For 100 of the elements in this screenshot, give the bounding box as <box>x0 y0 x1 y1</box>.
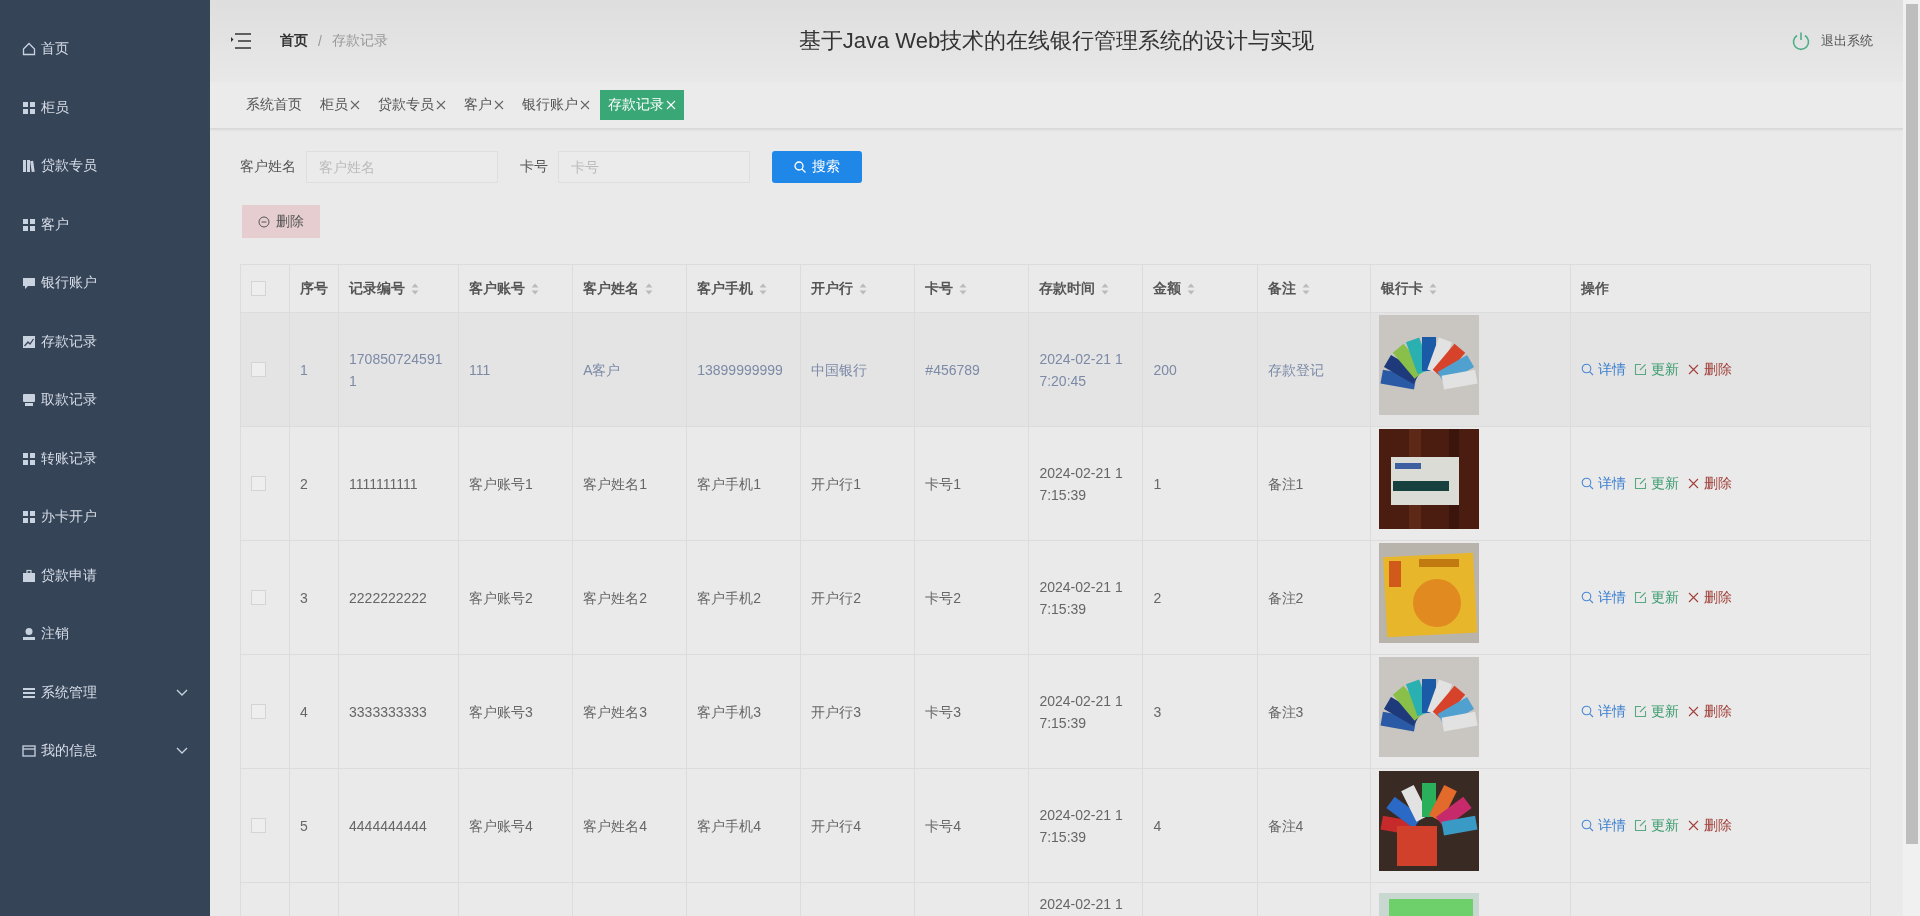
sidebar-item[interactable]: 办卡开户 <box>0 488 210 547</box>
delete-link[interactable]: 删除 <box>1686 816 1732 835</box>
table-cell-text: 13899999999 <box>697 360 783 380</box>
table-cell-text: 备注2 <box>1267 588 1304 608</box>
sidebar-item[interactable]: 存款记录 <box>0 312 210 371</box>
view-link[interactable]: 详情 <box>1580 474 1626 493</box>
table-cell-text: 备注1 <box>1267 474 1304 494</box>
column-header: 客户手机 <box>697 279 754 298</box>
table-cell-text: 2 <box>1153 588 1162 608</box>
chevron-icon <box>176 688 188 697</box>
sort-icon[interactable] <box>959 282 968 295</box>
view-link[interactable]: 详情 <box>1580 702 1626 721</box>
table-cell-text: 客户账号3 <box>469 702 533 722</box>
sort-icon[interactable] <box>645 282 654 295</box>
grid-icon <box>22 451 36 466</box>
delete-button[interactable]: 删除 <box>242 205 320 238</box>
sidebar-item[interactable]: 系统管理 <box>0 663 210 722</box>
wallet-icon <box>22 744 36 759</box>
sidebar-item[interactable]: 我的信息 <box>0 722 210 781</box>
tab[interactable]: 系统首页 <box>238 90 310 120</box>
menu-icon[interactable] <box>230 33 252 49</box>
table-cell-text: 4 <box>300 702 308 722</box>
checkbox[interactable] <box>251 476 266 491</box>
column-header: 开户行 <box>811 279 854 298</box>
table-cell-text: 中国银行 <box>811 360 868 380</box>
column-header: 操作 <box>1580 279 1609 298</box>
view-link[interactable]: 详情 <box>1580 360 1626 379</box>
sidebar-item[interactable]: 客户 <box>0 195 210 254</box>
table-cell-text: 开户行3 <box>811 702 862 722</box>
table-cell-text: 存款登记 <box>1267 360 1324 380</box>
table-cell-text: 2024-02-21 17:15:39 <box>1039 463 1124 505</box>
tab[interactable]: 柜员 <box>312 90 368 120</box>
table-cell-text: 客户手机1 <box>697 474 761 494</box>
table-cell-text: 1 <box>300 360 308 380</box>
table-cell-text: 卡号2 <box>925 588 962 608</box>
breadcrumb-item[interactable]: 首页 <box>280 32 308 50</box>
breadcrumb-separator: / <box>318 33 322 49</box>
sort-icon[interactable] <box>859 282 868 295</box>
sort-icon[interactable] <box>759 282 768 295</box>
table-cell-text: 开户行1 <box>811 474 862 494</box>
grid-icon <box>22 510 36 525</box>
list-icon <box>22 685 36 700</box>
sort-icon[interactable] <box>1187 282 1196 295</box>
sidebar-item[interactable]: 银行账户 <box>0 254 210 313</box>
sidebar-item[interactable]: 柜员 <box>0 78 210 137</box>
edit-icon <box>1633 477 1647 490</box>
column-header: 金额 <box>1153 279 1182 298</box>
column-header: 卡号 <box>925 279 954 298</box>
page-title: 基于Java Web技术的在线银行管理系统的设计与实现 <box>798 28 1315 53</box>
table-cell-text: 4 <box>1153 816 1162 836</box>
view-link[interactable]: 详情 <box>1580 816 1626 835</box>
books-icon <box>22 159 36 174</box>
table-cell-text: 4444444444 <box>349 816 427 836</box>
sidebar-item[interactable]: 注销 <box>0 605 210 664</box>
tab[interactable]: 银行账户 <box>514 90 598 120</box>
sidebar-item[interactable]: 贷款申请 <box>0 546 210 605</box>
sort-icon[interactable] <box>1428 282 1437 295</box>
checkbox[interactable] <box>251 818 266 833</box>
checkbox[interactable] <box>251 362 266 377</box>
close-icon <box>666 100 676 110</box>
search-button[interactable]: 搜索 <box>772 151 862 183</box>
table-cell-text: 5 <box>300 816 308 836</box>
table-cell-text: 客户姓名3 <box>583 702 647 722</box>
sort-icon[interactable] <box>411 282 420 295</box>
tray-icon <box>22 393 36 408</box>
sort-icon[interactable] <box>1101 282 1110 295</box>
table-cell-text: 开户行4 <box>811 816 862 836</box>
column-header: 客户账号 <box>469 279 526 298</box>
tab[interactable]: 贷款专员 <box>370 90 454 120</box>
delete-link[interactable]: 删除 <box>1686 588 1732 607</box>
table-cell-text: 111 <box>469 360 491 380</box>
tab[interactable]: 客户 <box>456 90 512 120</box>
table-cell-text: #456789 <box>925 360 980 380</box>
delete-link[interactable]: 删除 <box>1686 702 1732 721</box>
table-cell-text: 2024-02-21 17:15:39 <box>1039 805 1124 847</box>
table-cell-text: 客户姓名4 <box>583 816 647 836</box>
checkbox[interactable] <box>251 281 266 296</box>
breadcrumb-item: 存款记录 <box>331 32 388 50</box>
delete-link[interactable]: 删除 <box>1686 474 1732 493</box>
sort-icon[interactable] <box>1301 282 1310 295</box>
checkbox[interactable] <box>251 704 266 719</box>
power-icon <box>1791 31 1811 51</box>
sort-icon[interactable] <box>531 282 540 295</box>
column-header: 备注 <box>1267 279 1296 298</box>
table-cell-text: A客户 <box>583 360 621 380</box>
sidebar-item[interactable]: 取款记录 <box>0 371 210 430</box>
sidebar-item[interactable]: 贷款专员 <box>0 137 210 196</box>
checkbox[interactable] <box>251 590 266 605</box>
briefcase-icon <box>22 568 36 583</box>
delete-link[interactable]: 删除 <box>1686 360 1732 379</box>
minus-circle-icon <box>258 215 270 228</box>
sidebar-item[interactable]: 转账记录 <box>0 429 210 488</box>
table-cell-text: 2222222222 <box>349 588 427 608</box>
view-link[interactable]: 详情 <box>1580 588 1626 607</box>
logout-button[interactable]: 退出系统 <box>1785 30 1879 52</box>
sidebar-item[interactable]: 首页 <box>0 20 210 79</box>
close-icon <box>1686 591 1700 604</box>
search-icon <box>1580 591 1594 604</box>
scrollbar[interactable] <box>1903 0 1920 916</box>
edit-icon <box>1633 705 1647 718</box>
